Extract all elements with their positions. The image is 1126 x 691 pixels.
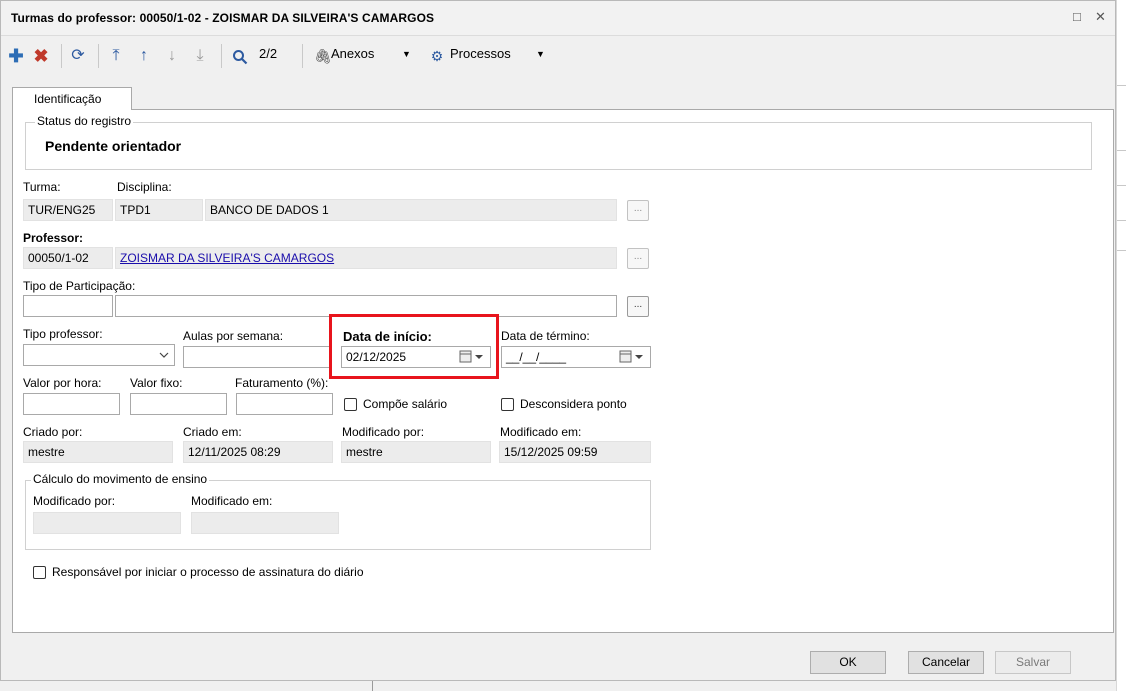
responsavel-checkbox[interactable]: [33, 566, 46, 579]
last-record-icon[interactable]: ⤓: [191, 45, 209, 67]
background-divider: [372, 681, 373, 691]
tipo-professor-label: Tipo professor:: [23, 327, 103, 341]
faturamento-field[interactable]: [236, 393, 333, 415]
criado-por-label: Criado por:: [23, 425, 83, 439]
criado-por-field[interactable]: mestre: [23, 441, 173, 463]
processes-menu[interactable]: Processos: [450, 46, 511, 61]
compoe-salario-checkbox[interactable]: [344, 398, 357, 411]
add-icon[interactable]: ✚: [7, 45, 25, 67]
compoe-salario-label: Compõe salário: [363, 397, 448, 411]
status-legend: Status do registro: [35, 114, 134, 128]
valor-fixo-label: Valor fixo:: [130, 376, 183, 390]
calendar-icon[interactable]: [618, 349, 648, 365]
valor-hora-label: Valor por hora:: [23, 376, 102, 390]
ok-button[interactable]: OK: [810, 651, 886, 674]
disciplina-label: Disciplina:: [117, 180, 172, 194]
maximize-button[interactable]: □: [1073, 9, 1081, 24]
modificado-em-field[interactable]: 15/12/2025 09:59: [499, 441, 651, 463]
calculo-modificado-por-field[interactable]: [33, 512, 181, 534]
chevron-down-icon[interactable]: ▼: [536, 49, 545, 59]
delete-icon[interactable]: ✖: [31, 45, 51, 67]
desconsidera-ponto-checkbox[interactable]: [501, 398, 514, 411]
tipo-professor-select[interactable]: [23, 344, 175, 366]
disciplina-name-field[interactable]: BANCO DE DADOS 1: [205, 199, 617, 221]
faturamento-label: Faturamento (%):: [235, 376, 329, 390]
data-termino-label: Data de término:: [501, 329, 590, 343]
title-bar: Turmas do professor: 00050/1-02 - ZOISMA…: [1, 1, 1115, 36]
calendar-icon[interactable]: [458, 349, 488, 365]
modificado-por-label: Modificado por:: [342, 425, 425, 439]
next-record-icon[interactable]: ↓: [163, 45, 181, 67]
data-inicio-label: Data de início:: [343, 329, 432, 344]
identificacao-panel: Status do registro Pendente orientador T…: [12, 109, 1114, 633]
record-counter: 2/2: [259, 46, 278, 61]
attachments-menu[interactable]: Anexos: [331, 46, 374, 61]
first-record-icon[interactable]: ⤒: [107, 45, 125, 67]
paperclip-icon[interactable]: 🖇: [314, 45, 332, 67]
valor-hora-field[interactable]: [23, 393, 120, 415]
desconsidera-ponto-label: Desconsidera ponto: [520, 397, 627, 411]
valor-fixo-field[interactable]: [130, 393, 227, 415]
disciplina-lookup-button[interactable]: ...: [627, 200, 649, 221]
data-inicio-field[interactable]: 02/12/2025: [341, 346, 491, 368]
status-group: [25, 122, 1092, 170]
modificado-por-field[interactable]: mestre: [341, 441, 491, 463]
tipo-participacao-code-field[interactable]: [23, 295, 113, 317]
professor-label: Professor:: [23, 231, 84, 245]
calculo-modificado-em-field[interactable]: [191, 512, 339, 534]
disciplina-code-field[interactable]: TPD1: [115, 199, 203, 221]
criado-em-label: Criado em:: [183, 425, 242, 439]
background-window-edge: [1116, 0, 1126, 691]
refresh-icon[interactable]: ⟳: [68, 45, 88, 67]
status-value: Pendente orientador: [45, 138, 182, 154]
chevron-down-icon: [159, 352, 169, 358]
gear-icon[interactable]: ⚙: [429, 45, 445, 67]
calculo-modificado-por-label: Modificado por:: [33, 494, 116, 508]
responsavel-label: Responsável por iniciar o processo de as…: [52, 565, 364, 579]
tab-identificacao[interactable]: Identificação: [12, 87, 132, 110]
criado-em-field[interactable]: 12/11/2025 08:29: [183, 441, 333, 463]
tipo-participacao-lookup-button[interactable]: ...: [627, 296, 649, 317]
search-icon[interactable]: [230, 45, 250, 67]
close-button[interactable]: ✕: [1095, 9, 1106, 25]
turma-label: Turma:: [23, 180, 61, 194]
professor-name-link[interactable]: ZOISMAR DA SILVEIRA'S CAMARGOS: [115, 247, 617, 269]
aulas-semana-field[interactable]: [183, 346, 330, 368]
save-button[interactable]: Salvar: [995, 651, 1071, 674]
tipo-participacao-label: Tipo de Participação:: [23, 279, 136, 293]
modificado-em-label: Modificado em:: [500, 425, 582, 439]
previous-record-icon[interactable]: ↑: [135, 45, 153, 67]
window-title: Turmas do professor: 00050/1-02 - ZOISMA…: [11, 11, 435, 25]
calculo-legend: Cálculo do movimento de ensino: [31, 472, 210, 486]
turma-field[interactable]: TUR/ENG25: [23, 199, 113, 221]
cancel-button[interactable]: Cancelar: [908, 651, 984, 674]
professor-code-field[interactable]: 00050/1-02: [23, 247, 113, 269]
tab-label: Identificação: [34, 92, 102, 106]
data-termino-field[interactable]: __/__/____: [501, 346, 651, 368]
dialog-window: Turmas do professor: 00050/1-02 - ZOISMA…: [0, 0, 1116, 681]
toolbar: ✚ ✖ ⟳ ⤒ ↑ ↓ ⤓ 2/2 🖇 Anexos ▼ ⚙ Processos…: [1, 36, 1115, 76]
chevron-down-icon[interactable]: ▼: [402, 49, 411, 59]
professor-lookup-button[interactable]: ...: [627, 248, 649, 269]
aulas-semana-label: Aulas por semana:: [183, 329, 284, 343]
calculo-modificado-em-label: Modificado em:: [191, 494, 273, 508]
